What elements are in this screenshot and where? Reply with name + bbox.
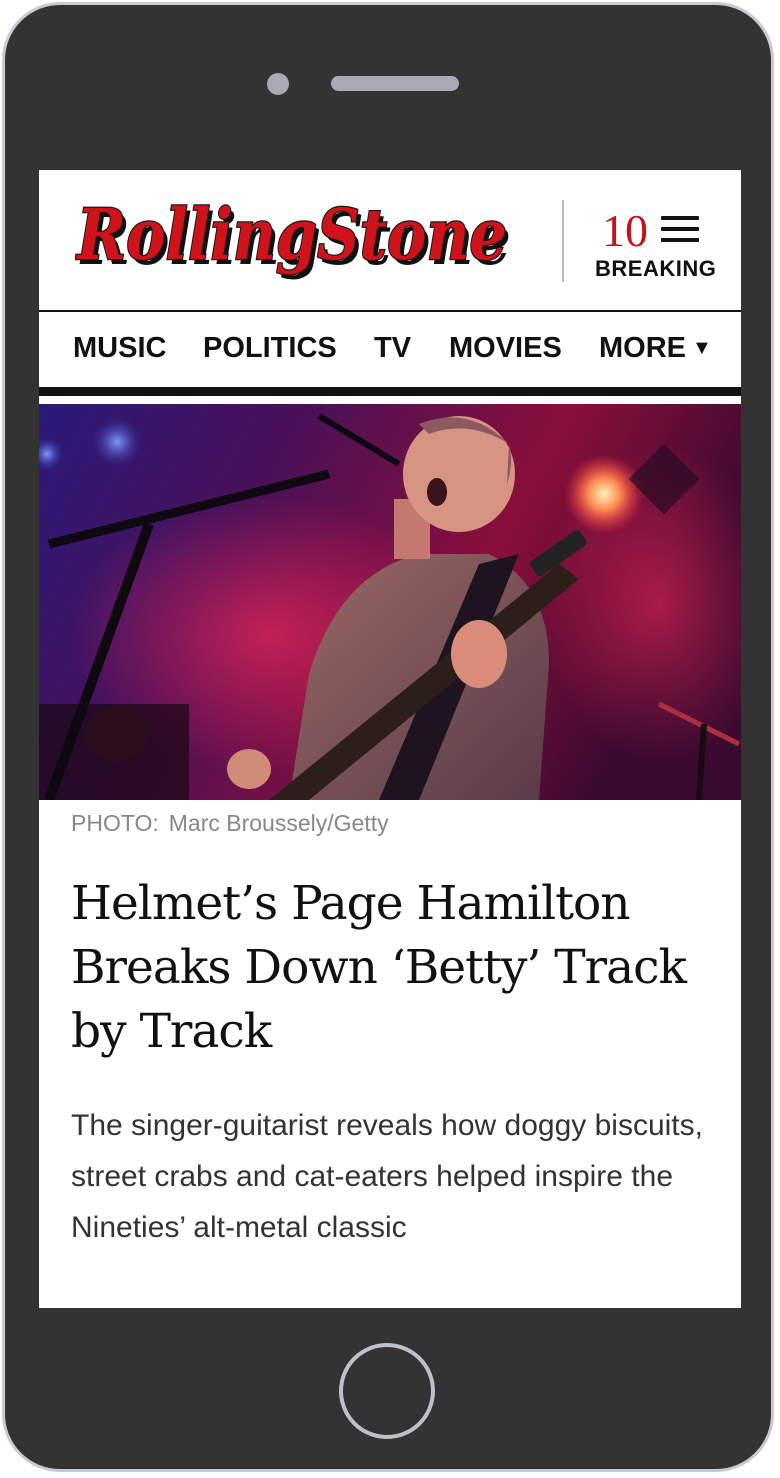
front-camera bbox=[267, 73, 289, 95]
hero-photo[interactable] bbox=[39, 404, 741, 800]
caret-down-icon: ▼ bbox=[692, 337, 712, 359]
phone-screen: RollingStone RollingStone 10 BREAKING MU… bbox=[39, 170, 741, 1308]
earpiece-speaker bbox=[331, 76, 459, 91]
breaking-count: 10 bbox=[602, 205, 648, 256]
breaking-label: BREAKING bbox=[595, 256, 717, 281]
nav-item-movies[interactable]: MOVIES bbox=[449, 332, 562, 365]
header-divider bbox=[562, 200, 564, 282]
article-headline[interactable]: Helmet’s Page Hamilton Breaks Down ‘Bett… bbox=[71, 872, 721, 1064]
more-label: MORE bbox=[599, 332, 686, 364]
nav-item-more[interactable]: MORE ▼ bbox=[599, 332, 712, 365]
nav-item-politics[interactable]: POLITICS bbox=[203, 332, 337, 365]
photo-caption-label: PHOTO: bbox=[71, 810, 159, 836]
nav-item-tv[interactable]: TV bbox=[374, 332, 411, 365]
site-header: RollingStone RollingStone 10 BREAKING bbox=[39, 170, 741, 312]
article-dek: The singer-guitarist reveals how doggy b… bbox=[71, 1109, 703, 1244]
rolling-stone-logo[interactable]: RollingStone RollingStone bbox=[75, 184, 545, 294]
section-nav: MUSIC POLITICS TV MOVIES MORE ▼ bbox=[39, 312, 741, 396]
nav-item-music[interactable]: MUSIC bbox=[73, 332, 166, 365]
home-button[interactable] bbox=[339, 1343, 435, 1439]
breaking-menu-button[interactable]: 10 BREAKING bbox=[589, 208, 719, 288]
hamburger-menu-icon[interactable] bbox=[661, 216, 699, 246]
photo-credit: Marc Broussely/Getty bbox=[168, 810, 389, 836]
photo-caption: PHOTO: Marc Broussely/Getty bbox=[71, 810, 389, 837]
logo-text: RollingStone bbox=[75, 193, 507, 276]
